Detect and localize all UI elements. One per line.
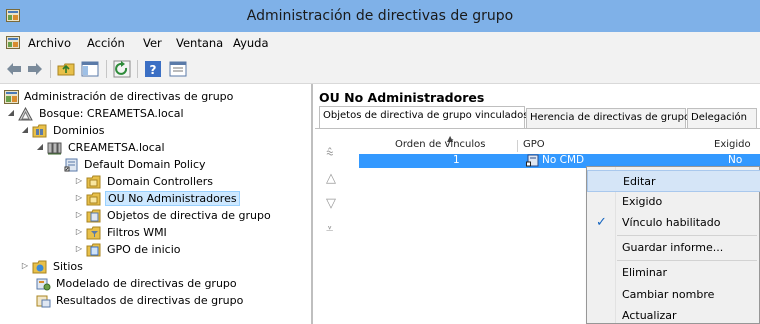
gpmc-icon: [4, 90, 19, 104]
menu-item-vinculo-habilitado[interactable]: ✓ Vínculo habilitado: [587, 212, 760, 234]
toolbar: ?: [0, 54, 760, 84]
menu-archivo[interactable]: Archivo: [28, 36, 71, 50]
results-icon: [36, 295, 51, 308]
refresh-icon[interactable]: [112, 59, 132, 79]
menu-ver[interactable]: Ver: [143, 36, 162, 50]
menu-item-cambiar-nombre[interactable]: Cambiar nombre: [587, 284, 760, 306]
expand-arrow-icon[interactable]: ▷: [74, 176, 84, 185]
tree-label: Filtros WMI: [107, 226, 167, 239]
menu-item-actualizar[interactable]: Actualizar: [587, 305, 760, 324]
expand-arrow-icon[interactable]: ▷: [74, 244, 84, 253]
tree-label: Objetos de directiva de grupo: [107, 209, 271, 222]
tree-label: Modelado de directivas de grupo: [56, 277, 237, 290]
menu-item-exigido[interactable]: Exigido: [587, 191, 760, 213]
context-menu: Editar Exigido ✓ Vínculo habilitado Guar…: [586, 166, 760, 324]
move-bottom-icon[interactable]: ⩡: [326, 222, 333, 237]
ou-folder-icon: [86, 175, 101, 189]
tree-label: CREAMETSA.local: [68, 141, 165, 154]
move-top-icon[interactable]: ⩯: [326, 146, 334, 161]
expand-arrow-icon[interactable]: ▷: [20, 261, 30, 270]
menu-separator: [617, 235, 757, 236]
tree-label: Domain Controllers: [107, 175, 214, 188]
sites-icon: [32, 260, 47, 274]
system-menu-icon[interactable]: [6, 36, 20, 49]
svg-text:?: ?: [150, 63, 157, 77]
link-order-buttons: ⩯ △ ▽ ⩡: [321, 146, 347, 266]
collapse-arrow-icon[interactable]: ◢: [20, 125, 30, 134]
tabs-divider: [315, 128, 760, 129]
tree-label: Administración de directivas de grupo: [24, 90, 234, 103]
properties-icon[interactable]: [168, 59, 188, 79]
tree-label: OU No Administradores: [105, 191, 240, 206]
menu-item-guardar-informe[interactable]: Guardar informe...: [587, 237, 760, 259]
gpo-folder-icon: [86, 209, 101, 223]
expand-arrow-icon[interactable]: ▷: [74, 227, 84, 236]
collapse-arrow-icon[interactable]: ◢: [6, 108, 16, 117]
wmi-folder-icon: [86, 226, 101, 240]
tab-inheritance[interactable]: Herencia de directivas de grupo: [526, 108, 690, 128]
column-header-enforced[interactable]: Exigido: [714, 139, 751, 153]
collapse-arrow-icon[interactable]: ◢: [35, 142, 45, 151]
tab-delegation[interactable]: Delegación: [687, 108, 757, 128]
forest-icon: [18, 107, 33, 121]
menu-ayuda[interactable]: Ayuda: [233, 36, 269, 50]
title-bar: Administración de directivas de grupo: [0, 0, 760, 32]
move-down-icon[interactable]: ▽: [326, 196, 336, 211]
tree-label: Dominios: [53, 124, 105, 137]
column-header-gpo[interactable]: GPO: [523, 139, 545, 153]
menu-accion[interactable]: Acción: [87, 36, 125, 50]
column-header-order[interactable]: Orden de vínculos: [395, 139, 485, 153]
back-arrow-icon[interactable]: [4, 59, 24, 79]
tree-label: Default Domain Policy: [84, 158, 206, 171]
ou-folder-icon: [86, 192, 101, 206]
menu-separator: [617, 260, 757, 261]
menu-ventana[interactable]: Ventana: [176, 36, 223, 50]
cell-order: 1: [453, 154, 460, 166]
menu-item-eliminar[interactable]: Eliminar: [587, 262, 760, 284]
domain-icon: [47, 142, 62, 155]
expand-arrow-icon[interactable]: ▷: [74, 210, 84, 219]
tree-label: Bosque: CREAMETSA.local: [39, 107, 184, 120]
modeling-icon: [36, 278, 51, 291]
up-folder-icon[interactable]: [56, 59, 76, 79]
tree-label: Sitios: [53, 260, 83, 273]
details-heading: OU No Administradores: [319, 90, 485, 105]
show-hide-tree-icon[interactable]: [80, 59, 100, 79]
gpo-link-icon: [64, 158, 78, 172]
cell-gpo: No CMD: [542, 154, 585, 166]
console-tree: Administración de directivas de grupo ◢ …: [0, 84, 313, 324]
expand-arrow-icon[interactable]: ▷: [74, 193, 84, 202]
tree-label: Resultados de directivas de grupo: [56, 294, 244, 307]
starter-gpo-folder-icon: [86, 243, 101, 257]
help-icon[interactable]: ?: [143, 59, 163, 79]
details-tabs: Objetos de directiva de grupo vinculados…: [315, 106, 760, 128]
move-up-icon[interactable]: △: [326, 171, 336, 186]
checkmark-icon: ✓: [596, 215, 607, 230]
tree-label: GPO de inicio: [107, 243, 181, 256]
window-title: Administración de directivas de grupo: [246, 8, 514, 24]
tab-linked-gpos[interactable]: Objetos de directiva de grupo vinculados: [319, 106, 528, 128]
domains-folder-icon: [32, 124, 47, 138]
gpo-link-icon: [526, 154, 539, 167]
cell-enforced: No: [728, 154, 743, 166]
forward-arrow-icon[interactable]: [25, 59, 45, 79]
menu-bar: Archivo Acción Ver Ventana Ayuda: [0, 32, 760, 54]
menu-item-editar[interactable]: Editar: [587, 170, 760, 192]
